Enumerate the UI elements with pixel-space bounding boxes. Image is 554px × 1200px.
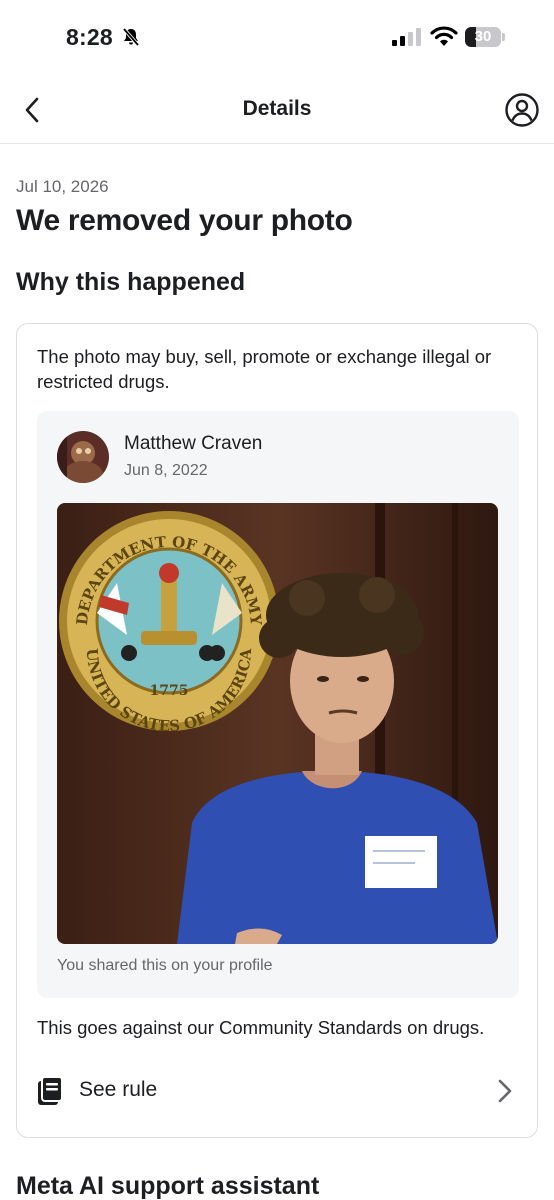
seal-year: 1775	[150, 683, 189, 699]
removed-post-preview: Matthew Craven Jun 8, 2022 DEPARTMENT OF…	[37, 411, 519, 998]
avatar	[57, 431, 109, 483]
battery-icon: 30	[465, 27, 505, 47]
notice-date: Jul 10, 2026	[16, 177, 109, 196]
post-author-name: Matthew Craven	[124, 433, 263, 454]
removal-reason: The photo may buy, sell, promote or exch…	[37, 346, 492, 392]
status-bar: 8:28 30	[0, 0, 554, 76]
removed-photo: DEPARTMENT OF THE ARMY UNITED STATES OF …	[57, 503, 498, 944]
person-circle-icon	[505, 93, 539, 127]
shared-on-profile-note: You shared this on your profile	[57, 957, 273, 974]
status-time: 8:28	[66, 24, 113, 50]
profile-button[interactable]	[504, 92, 540, 128]
section-heading-why: Why this happened	[16, 268, 246, 296]
wifi-icon	[430, 26, 458, 46]
community-standards-text: This goes against our Community Standard…	[37, 1017, 485, 1038]
chevron-right-icon	[498, 1079, 512, 1103]
bell-off-icon	[122, 27, 140, 47]
see-rule-label: See rule	[79, 1078, 158, 1101]
cellular-signal-icon	[392, 28, 421, 46]
section-heading-meta-ai: Meta AI support assistant	[16, 1172, 320, 1200]
navigation-bar: Details	[0, 76, 554, 144]
page-nav-title: Details	[242, 97, 312, 120]
page-title: We removed your photo	[16, 204, 353, 237]
battery-level: 30	[474, 28, 492, 45]
post-date: Jun 8, 2022	[124, 462, 208, 479]
see-rule-button[interactable]: See rule	[17, 1066, 537, 1116]
book-icon	[38, 1076, 63, 1105]
removal-details-card: The photo may buy, sell, promote or exch…	[16, 323, 538, 1138]
